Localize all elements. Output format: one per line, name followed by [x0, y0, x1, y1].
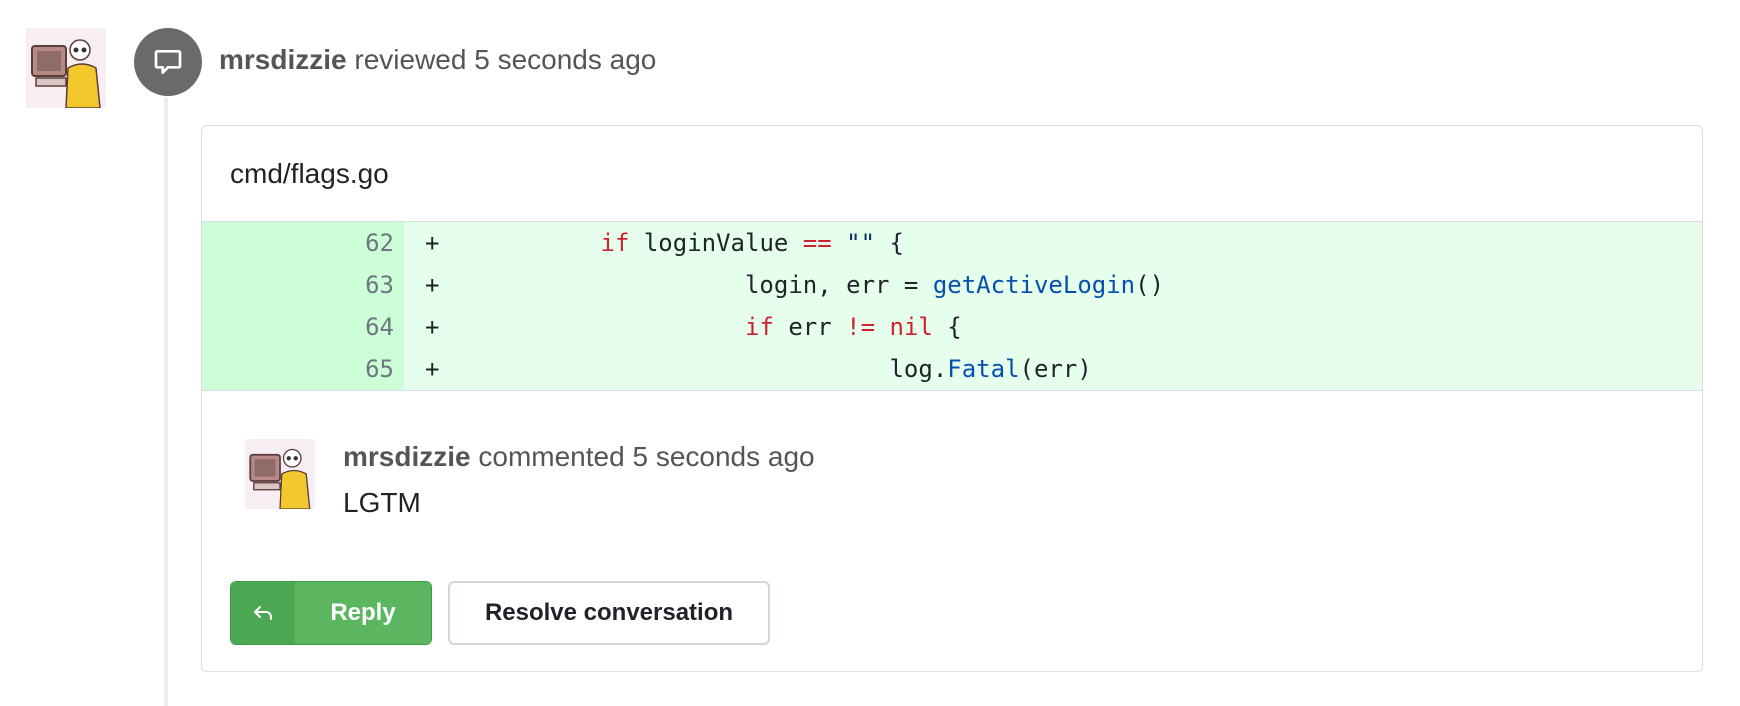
comment-author[interactable]: mrsdizzie — [343, 441, 471, 472]
code-text: err — [773, 313, 847, 341]
comment-avatar[interactable] — [245, 439, 315, 509]
code-line: log.Fatal(err) — [456, 355, 1092, 383]
reply-button[interactable]: Reply — [230, 581, 432, 645]
review-author[interactable]: mrsdizzie — [219, 44, 347, 75]
reply-icon-box — [231, 582, 295, 644]
comment-time[interactable]: 5 seconds ago — [632, 441, 814, 472]
code-line: if err != nil { — [456, 313, 962, 341]
review-action: reviewed — [354, 44, 467, 75]
code-function: Fatal — [947, 355, 1020, 383]
line-number[interactable]: 62 — [202, 222, 404, 264]
timeline-line — [164, 98, 168, 706]
line-number[interactable]: 64 — [202, 306, 404, 348]
review-conversation-card: cmd/flags.go 62 + if loginValue == "" { … — [201, 125, 1703, 672]
code-line: login, err = getActiveLogin() — [456, 271, 1164, 299]
line-number[interactable]: 63 — [202, 264, 404, 306]
code-operator: != — [846, 313, 876, 341]
review-badge — [134, 28, 202, 96]
code-function: getActiveLogin — [932, 271, 1136, 299]
code-line: if loginValue == "" { — [456, 229, 904, 257]
code-text: loginValue — [629, 229, 803, 257]
code-operator: == — [802, 229, 832, 257]
diff-line: 65 + log.Fatal(err) — [202, 348, 1702, 390]
reply-icon — [254, 606, 272, 620]
code-string: "" — [846, 229, 876, 257]
diff-line: 62 + if loginValue == "" { — [202, 222, 1702, 264]
review-header: mrsdizzie reviewed 5 seconds ago — [219, 42, 656, 78]
comment-header: mrsdizzie commented 5 seconds ago — [343, 439, 815, 475]
avatar[interactable] — [26, 28, 106, 108]
diff-marker: + — [425, 355, 440, 383]
avatar-illustration — [26, 28, 106, 108]
comment: mrsdizzie commented 5 seconds ago LGTM — [202, 391, 1702, 551]
code-text: login, err = — [744, 271, 933, 299]
code-text: { — [875, 229, 904, 257]
avatar-illustration — [245, 439, 315, 509]
review-time[interactable]: 5 seconds ago — [474, 44, 656, 75]
diff-marker: + — [425, 229, 440, 257]
code-text: { — [932, 313, 962, 341]
comment-action: commented — [478, 441, 625, 472]
resolve-conversation-button[interactable]: Resolve conversation — [448, 581, 770, 645]
conversation-actions: Reply Resolve conversation — [230, 581, 770, 645]
code-keyword: if — [744, 313, 774, 341]
reply-label[interactable]: Reply — [295, 582, 431, 644]
comment-body: LGTM — [343, 487, 421, 518]
code-text: log. — [889, 355, 948, 383]
diff-marker: + — [425, 313, 440, 341]
code-text: (err) — [1019, 355, 1092, 383]
file-path[interactable]: cmd/flags.go — [202, 126, 1702, 222]
code-keyword: if — [600, 229, 630, 257]
diff-block: 62 + if loginValue == "" { 63 + login, e… — [202, 222, 1702, 391]
code-keyword: nil — [889, 313, 933, 341]
comment-icon — [154, 50, 182, 74]
diff-marker: + — [425, 271, 440, 299]
diff-line: 64 + if err != nil { — [202, 306, 1702, 348]
diff-line: 63 + login, err = getActiveLogin() — [202, 264, 1702, 306]
code-text: () — [1135, 271, 1165, 299]
line-number[interactable]: 65 — [202, 348, 404, 390]
